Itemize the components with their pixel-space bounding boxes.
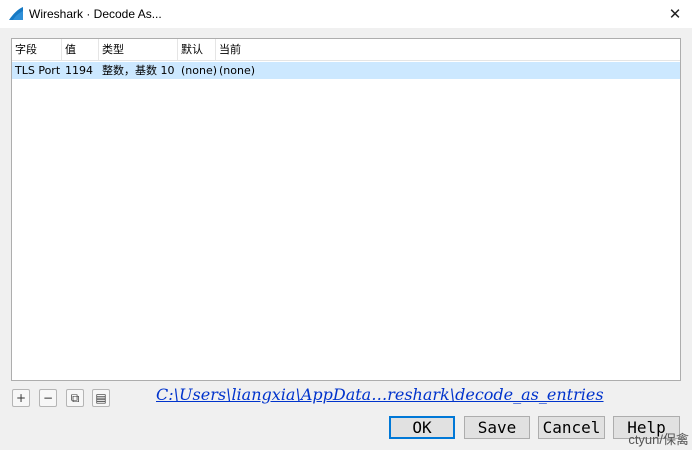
column-header-value[interactable]: 值 — [62, 39, 99, 61]
window-title: Wireshark · Decode As... — [29, 7, 162, 21]
column-header-default[interactable]: 默认 — [178, 39, 216, 61]
watermark: ctyun/保禽 — [628, 432, 689, 447]
add-entry-button[interactable]: + — [12, 389, 30, 407]
clear-list-icon: ▤ — [95, 391, 107, 405]
wireshark-fin-icon — [9, 7, 23, 20]
cell-field[interactable]: TLS Port — [12, 62, 62, 79]
decode-as-entries-path-link[interactable]: C:\Users\liangxia\AppData…reshark\decode… — [156, 385, 604, 404]
cell-value[interactable]: 1194 — [62, 62, 99, 79]
cell-type[interactable]: 整数，基数 10 — [99, 62, 178, 79]
close-button[interactable]: ✕ — [658, 0, 692, 28]
plus-icon: + — [15, 391, 27, 405]
decode-as-table[interactable]: 字段 值 类型 默认 当前 TLS Port 1194 整数，基数 10 (no… — [11, 38, 681, 381]
cell-default[interactable]: (none) — [178, 62, 217, 79]
table-row[interactable]: TLS Port 1194 整数，基数 10 (none) (none) — [12, 62, 680, 79]
save-button[interactable]: Save — [464, 416, 530, 439]
column-header-field[interactable]: 字段 — [12, 39, 62, 61]
title-bar[interactable]: Wireshark · Decode As... ✕ — [0, 0, 692, 28]
remove-entry-button[interactable]: − — [39, 389, 57, 407]
ok-button[interactable]: OK — [389, 416, 455, 439]
cancel-button[interactable]: Cancel — [538, 416, 605, 439]
column-header-current[interactable]: 当前 — [216, 39, 276, 61]
copy-entry-button[interactable]: ⧉ — [66, 389, 84, 407]
table-header: 字段 值 类型 默认 当前 — [12, 39, 680, 61]
clear-entries-button[interactable]: ▤ — [92, 389, 110, 407]
decode-as-dialog: Wireshark · Decode As... ✕ 字段 值 类型 默认 当前… — [0, 0, 692, 450]
copy-icon: ⧉ — [70, 390, 80, 405]
column-header-type[interactable]: 类型 — [99, 39, 178, 61]
minus-icon: − — [42, 391, 54, 405]
close-icon: ✕ — [668, 5, 682, 23]
cell-current[interactable]: (none) — [216, 62, 276, 79]
